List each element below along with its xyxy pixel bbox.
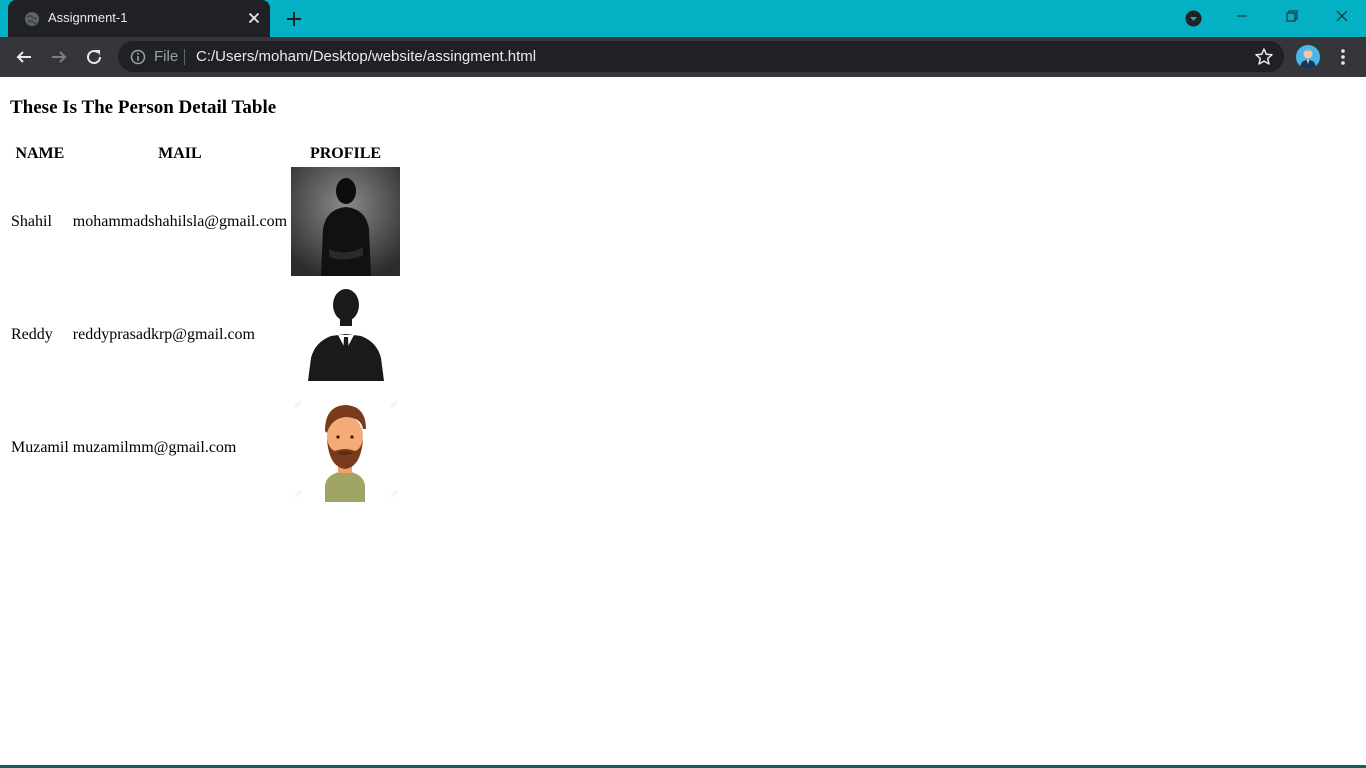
tab-title: Assignment-1 xyxy=(48,10,128,25)
restore-icon xyxy=(1286,10,1298,22)
more-vert-icon xyxy=(1341,49,1345,65)
profile-cell xyxy=(290,166,401,277)
new-tab-icon[interactable] xyxy=(284,9,304,29)
arrow-left-icon xyxy=(16,51,31,63)
profile-cell xyxy=(290,392,401,503)
globe-icon xyxy=(25,12,39,26)
minimize-button[interactable] xyxy=(1219,0,1265,32)
bearded-man-cartoon-avatar xyxy=(291,393,401,502)
forward-button[interactable] xyxy=(47,45,71,69)
person-mail: reddyprasadkrp@gmail.com xyxy=(72,325,255,343)
reload-icon xyxy=(87,50,102,65)
person-table: NAME MAIL PROFILE Shahil mohammadshahils… xyxy=(8,142,403,505)
person-name: Reddy xyxy=(11,325,53,343)
table-header-row: NAME MAIL PROFILE xyxy=(10,144,401,164)
minimize-icon xyxy=(1237,15,1247,17)
close-icon xyxy=(1336,10,1348,22)
address-bar[interactable]: File C:/Users/moham/Desktop/website/assi… xyxy=(118,41,1284,72)
chevron-down-icon[interactable] xyxy=(1185,10,1202,27)
restore-button[interactable] xyxy=(1269,0,1315,32)
column-header-profile: PROFILE xyxy=(309,145,382,162)
close-window-button[interactable] xyxy=(1319,0,1365,32)
table-row: Muzamil muzamilmm@gmail.com xyxy=(10,392,401,503)
person-name: Muzamil xyxy=(11,438,69,456)
info-icon[interactable] xyxy=(130,49,146,65)
browser-toolbar: File C:/Users/moham/Desktop/website/assi… xyxy=(0,37,1366,77)
reload-button[interactable] xyxy=(82,45,106,69)
table-row: Reddy reddyprasadkrp@gmail.com xyxy=(10,279,401,390)
security-label: File xyxy=(154,48,179,65)
profile-avatar[interactable] xyxy=(1296,45,1320,69)
url-text[interactable]: C:/Users/moham/Desktop/website/assingmen… xyxy=(196,48,536,65)
back-button[interactable] xyxy=(12,45,36,69)
bookmark-star-icon[interactable] xyxy=(1254,47,1274,67)
dark-silhouette-photo xyxy=(291,167,401,276)
user-avatar-icon xyxy=(1300,49,1316,69)
table-row: Shahil mohammadshahilsla@gmail.com xyxy=(10,166,401,277)
column-header-name: NAME xyxy=(15,145,65,162)
browser-tab[interactable]: Assignment-1 xyxy=(8,0,270,37)
browser-titlebar: Assignment-1 xyxy=(0,0,1366,37)
close-tab-icon[interactable] xyxy=(246,10,262,26)
suit-silhouette-icon xyxy=(291,280,401,389)
page-heading: These Is The Person Detail Table xyxy=(10,97,277,118)
person-name: Shahil xyxy=(11,212,52,230)
column-header-mail: MAIL xyxy=(158,145,202,162)
address-separator xyxy=(184,49,185,65)
person-mail: muzamilmm@gmail.com xyxy=(72,438,237,456)
person-mail: mohammadshahilsla@gmail.com xyxy=(72,212,288,230)
arrow-right-icon xyxy=(52,51,67,63)
profile-cell xyxy=(290,279,401,390)
browser-menu-button[interactable] xyxy=(1333,45,1353,69)
